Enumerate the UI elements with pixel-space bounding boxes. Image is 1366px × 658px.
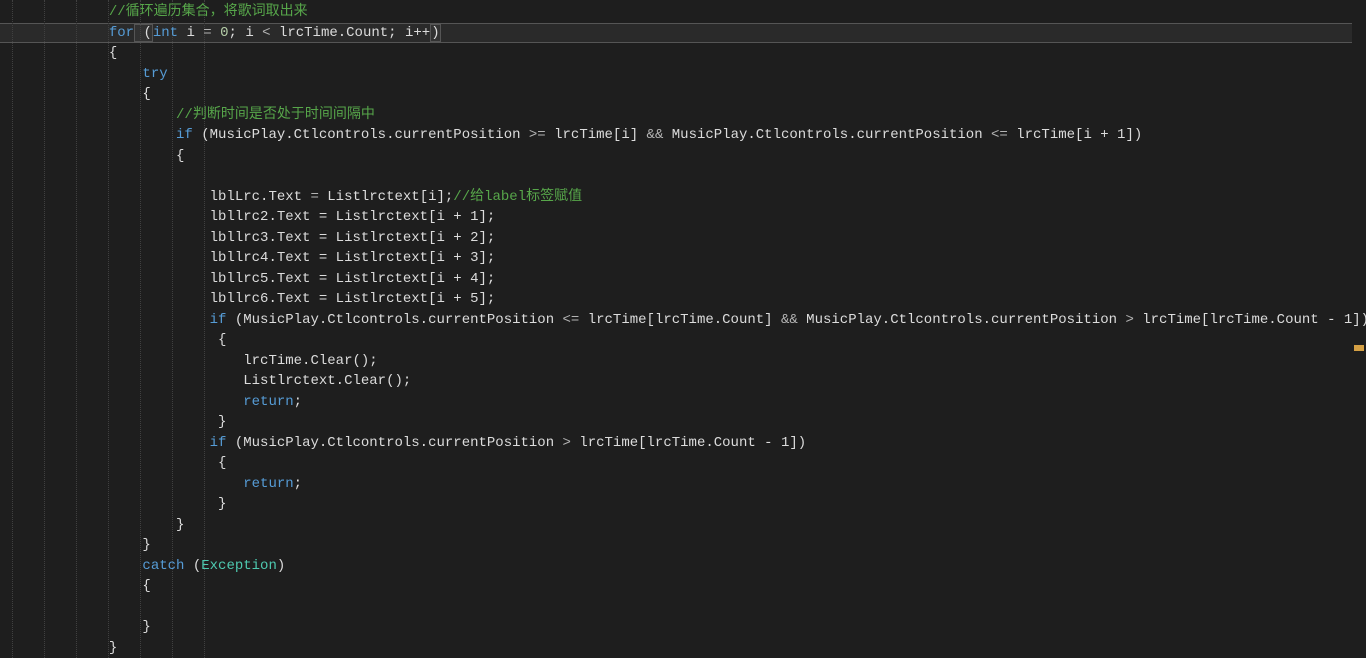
code-line[interactable]: { <box>8 576 1366 597</box>
code-line[interactable]: if (MusicPlay.Ctlcontrols.currentPositio… <box>8 125 1366 146</box>
code-line[interactable]: return; <box>8 392 1366 413</box>
code-line[interactable]: try <box>8 64 1366 85</box>
keyword-try: try <box>142 66 167 82</box>
code-line[interactable]: } <box>8 617 1366 638</box>
code-line[interactable]: catch (Exception) <box>8 556 1366 577</box>
code-editor[interactable]: //循环遍历集合，将歌词取出来 for (int i = 0; i < lrcT… <box>0 0 1366 658</box>
close-paren: ) <box>430 24 440 42</box>
keyword-return: return <box>243 394 293 410</box>
code-line[interactable]: } <box>8 412 1366 433</box>
code-line[interactable]: { <box>8 330 1366 351</box>
code-line[interactable]: if (MusicPlay.Ctlcontrols.currentPositio… <box>8 433 1366 454</box>
code-line[interactable]: if (MusicPlay.Ctlcontrols.currentPositio… <box>8 310 1366 331</box>
code-line[interactable]: lbllrc6.Text = Listlrctext[i + 5]; <box>8 289 1366 310</box>
code-line[interactable]: } <box>8 494 1366 515</box>
code-line[interactable]: { <box>8 43 1366 64</box>
comment: //循环遍历集合，将歌词取出来 <box>109 4 308 20</box>
keyword-if: if <box>210 312 227 328</box>
code-line[interactable]: { <box>8 146 1366 167</box>
keyword-for: for <box>109 25 134 41</box>
code-line[interactable]: } <box>8 515 1366 536</box>
number-literal: 0 <box>212 25 229 41</box>
code-line[interactable]: } <box>8 535 1366 556</box>
keyword-if: if <box>210 435 227 451</box>
code-line[interactable]: { <box>8 453 1366 474</box>
code-line[interactable]: return; <box>8 474 1366 495</box>
type-exception: Exception <box>201 558 277 574</box>
code-line[interactable] <box>8 166 1366 187</box>
code-line[interactable]: lbllrc4.Text = Listlrctext[i + 3]; <box>8 248 1366 269</box>
code-line[interactable]: lbllrc5.Text = Listlrctext[i + 4]; <box>8 269 1366 290</box>
code-line[interactable]: //循环遍历集合，将歌词取出来 <box>8 2 1366 23</box>
comment: //给label标签赋值 <box>453 189 582 205</box>
keyword-return: return <box>243 476 293 492</box>
keyword-if: if <box>176 127 193 143</box>
code-line[interactable]: lbllrc3.Text = Listlrctext[i + 2]; <box>8 228 1366 249</box>
code-line[interactable]: lblLrc.Text = Listlrctext[i];//给label标签赋… <box>8 187 1366 208</box>
code-line[interactable]: Listlrctext.Clear(); <box>8 371 1366 392</box>
code-line[interactable]: lbllrc2.Text = Listlrctext[i + 1]; <box>8 207 1366 228</box>
code-line[interactable]: //判断时间是否处于时间间隔中 <box>8 105 1366 126</box>
keyword-catch: catch <box>142 558 184 574</box>
open-paren: ( <box>134 24 153 42</box>
code-line[interactable] <box>8 597 1366 618</box>
code-line[interactable]: } <box>8 638 1366 658</box>
comment: //判断时间是否处于时间间隔中 <box>176 107 375 123</box>
code-line[interactable]: { <box>8 84 1366 105</box>
keyword-int: int <box>153 25 178 41</box>
code-line[interactable]: lrcTime.Clear(); <box>8 351 1366 372</box>
code-line[interactable]: for (int i = 0; i < lrcTime.Count; i++) <box>8 23 1366 44</box>
